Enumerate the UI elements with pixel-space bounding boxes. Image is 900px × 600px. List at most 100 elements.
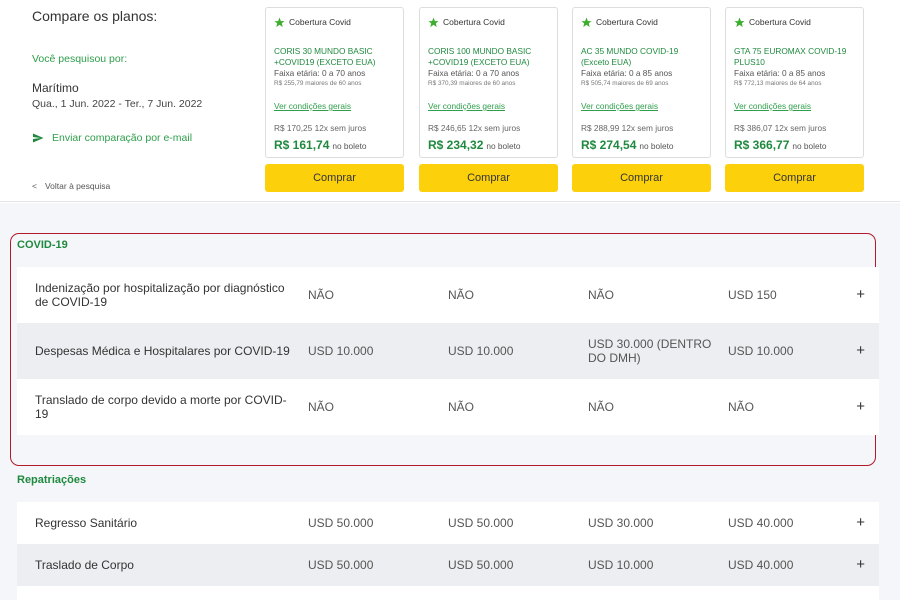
coverage-row-partial bbox=[17, 586, 879, 600]
coverage-value: NÃO bbox=[308, 400, 335, 414]
email-comparison-label: Enviar comparação por e-mail bbox=[52, 132, 193, 144]
coverage-value: USD 50.000 bbox=[308, 558, 374, 572]
expand-icon[interactable]: + bbox=[856, 515, 865, 530]
age-range: Faixa etária: 0 a 85 anos bbox=[734, 68, 826, 78]
plan-name-line1: AC 35 MUNDO COVID-19 bbox=[581, 46, 679, 56]
covid-coverage-badge: Cobertura Covid bbox=[428, 16, 550, 28]
coverage-value: USD 10.000 bbox=[448, 344, 514, 358]
coverage-label: Despesas Médica e Hospitalares por COVID… bbox=[35, 344, 290, 358]
email-comparison-link[interactable]: Enviar comparação por e-mail bbox=[32, 132, 192, 144]
general-conditions-link[interactable]: Ver condições gerais bbox=[274, 101, 351, 111]
plan-card: Cobertura Covid AC 35 MUNDO COVID-19 (Exc… bbox=[572, 7, 711, 158]
boleto-label: no boleto bbox=[486, 141, 521, 151]
badge-label: Cobertura Covid bbox=[443, 17, 505, 27]
coverage-row: Despesas Médica e Hospitalares por COVID… bbox=[17, 323, 879, 379]
coverage-row: Indenização por hospitalização por diagn… bbox=[17, 267, 879, 323]
covid-coverage-badge: Cobertura Covid bbox=[274, 16, 396, 28]
plan-name: GTA 75 EUROMAX COVID-19 PLUS10 bbox=[734, 46, 856, 68]
plan-column-2: Cobertura Covid CORIS 100 MUNDO BASIC +CO… bbox=[419, 7, 558, 192]
compare-header: Compare os planos: Você pesquisou por: M… bbox=[0, 0, 900, 202]
price-row: R$ 366,77 no boleto bbox=[734, 136, 827, 154]
plan-name-line2: +COVID19 (EXCETO EUA) bbox=[428, 57, 530, 67]
coverage-row: Translado de corpo devido a morte por CO… bbox=[17, 379, 879, 435]
buy-button[interactable]: Comprar bbox=[265, 164, 404, 192]
age-surcharge: R$ 255,79 maiores de 60 anos bbox=[274, 80, 362, 87]
plan-name: AC 35 MUNDO COVID-19 (Exceto EUA) bbox=[581, 46, 703, 68]
installment-price: R$ 246,65 12x sem juros bbox=[428, 123, 521, 133]
general-conditions-link[interactable]: Ver condições gerais bbox=[428, 101, 505, 111]
buy-button[interactable]: Comprar bbox=[725, 164, 864, 192]
plan-name: CORIS 30 MUNDO BASIC +COVID19 (EXCETO EUA… bbox=[274, 46, 396, 68]
back-to-search-label: Voltar à pesquisa bbox=[44, 181, 111, 191]
plan-card: Cobertura Covid GTA 75 EUROMAX COVID-19 P… bbox=[725, 7, 864, 158]
plan-card: Cobertura Covid CORIS 100 MUNDO BASIC +CO… bbox=[419, 7, 558, 158]
coverage-value: NÃO bbox=[308, 288, 335, 302]
coverage-value: USD 30.000 (DENTRO DO DMH) bbox=[588, 337, 712, 365]
send-icon bbox=[33, 133, 44, 143]
age-surcharge: R$ 370,39 maiores de 60 anos bbox=[428, 80, 516, 87]
searched-label: Você pesquisou por: bbox=[32, 53, 128, 65]
boleto-price: R$ 161,74 bbox=[274, 138, 330, 152]
plan-name-line1: GTA 75 EUROMAX COVID-19 bbox=[734, 46, 847, 56]
installment-price: R$ 386,07 12x sem juros bbox=[734, 123, 827, 133]
coverage-row: Traslado de Corpo USD 50.000 USD 50.000 … bbox=[17, 544, 879, 586]
coverage-label: Translado de corpo devido a morte por CO… bbox=[35, 393, 287, 421]
coverage-value: NÃO bbox=[588, 400, 615, 414]
chevron-left-icon: < bbox=[32, 181, 37, 191]
covid-coverage-badge: Cobertura Covid bbox=[581, 16, 703, 28]
price-row: R$ 274,54 no boleto bbox=[581, 136, 674, 154]
covid-coverage-badge: Cobertura Covid bbox=[734, 16, 856, 28]
expand-icon[interactable]: + bbox=[856, 287, 865, 302]
expand-icon[interactable]: + bbox=[856, 343, 865, 358]
badge-label: Cobertura Covid bbox=[596, 17, 658, 27]
plan-name: CORIS 100 MUNDO BASIC +COVID19 (EXCETO EU… bbox=[428, 46, 550, 68]
age-surcharge: R$ 772,13 maiores de 64 anos bbox=[734, 80, 822, 87]
buy-button[interactable]: Comprar bbox=[572, 164, 711, 192]
coverage-value: USD 10.000 bbox=[588, 558, 654, 572]
destination-text: Marítimo bbox=[32, 81, 79, 95]
coverage-row: Regresso Sanitário USD 50.000 USD 50.000… bbox=[17, 502, 879, 544]
coverage-value: USD 30.000 bbox=[588, 516, 654, 530]
coverage-label: Indenização por hospitalização por diagn… bbox=[35, 281, 285, 309]
coverage-value: USD 150 bbox=[728, 288, 777, 302]
star-icon bbox=[734, 16, 745, 27]
star-icon bbox=[581, 16, 592, 27]
coverage-label: Traslado de Corpo bbox=[35, 558, 134, 572]
coverage-value: USD 50.000 bbox=[308, 516, 374, 530]
plan-name-line1: CORIS 100 MUNDO BASIC bbox=[428, 46, 532, 56]
general-conditions-link[interactable]: Ver condições gerais bbox=[734, 101, 811, 111]
coverage-value: USD 50.000 bbox=[448, 558, 514, 572]
buy-button[interactable]: Comprar bbox=[419, 164, 558, 192]
price-row: R$ 161,74 no boleto bbox=[274, 136, 367, 154]
installment-price: R$ 170,25 12x sem juros bbox=[274, 123, 367, 133]
price-row: R$ 234,32 no boleto bbox=[428, 136, 521, 154]
general-conditions-link[interactable]: Ver condições gerais bbox=[581, 101, 658, 111]
badge-label: Cobertura Covid bbox=[289, 17, 351, 27]
boleto-price: R$ 274,54 bbox=[581, 138, 637, 152]
back-to-search-link[interactable]: < Voltar à pesquisa bbox=[32, 181, 110, 191]
expand-icon[interactable]: + bbox=[856, 557, 865, 572]
coverage-value: USD 10.000 bbox=[308, 344, 374, 358]
boleto-label: no boleto bbox=[792, 141, 827, 151]
trip-dates: Qua., 1 Jun. 2022 - Ter., 7 Jun. 2022 bbox=[32, 98, 203, 110]
plan-column-1: Cobertura Covid CORIS 30 MUNDO BASIC +COV… bbox=[265, 7, 404, 192]
coverage-value: USD 40.000 bbox=[728, 516, 794, 530]
star-icon bbox=[428, 16, 439, 27]
plan-name-line2: (Exceto EUA) bbox=[581, 57, 632, 67]
coverage-comparison: COVID-19 Indenização por hospitalização … bbox=[0, 203, 900, 600]
plan-name-line1: CORIS 30 MUNDO BASIC bbox=[274, 46, 373, 56]
plan-name-line2: PLUS10 bbox=[734, 57, 765, 67]
star-icon bbox=[274, 16, 285, 27]
section-title-repatriation: Repatriações bbox=[17, 474, 87, 486]
section-title-covid: COVID-19 bbox=[17, 239, 68, 251]
coverage-value: USD 10.000 bbox=[728, 344, 794, 358]
coverage-value: NÃO bbox=[448, 288, 475, 302]
badge-label: Cobertura Covid bbox=[749, 17, 811, 27]
plan-card: Cobertura Covid CORIS 30 MUNDO BASIC +COV… bbox=[265, 7, 404, 158]
installment-price: R$ 288,99 12x sem juros bbox=[581, 123, 674, 133]
expand-icon[interactable]: + bbox=[856, 399, 865, 414]
age-range: Faixa etária: 0 a 85 anos bbox=[581, 68, 673, 78]
boleto-price: R$ 234,32 bbox=[428, 138, 484, 152]
coverage-value: NÃO bbox=[448, 400, 475, 414]
boleto-price: R$ 366,77 bbox=[734, 138, 790, 152]
